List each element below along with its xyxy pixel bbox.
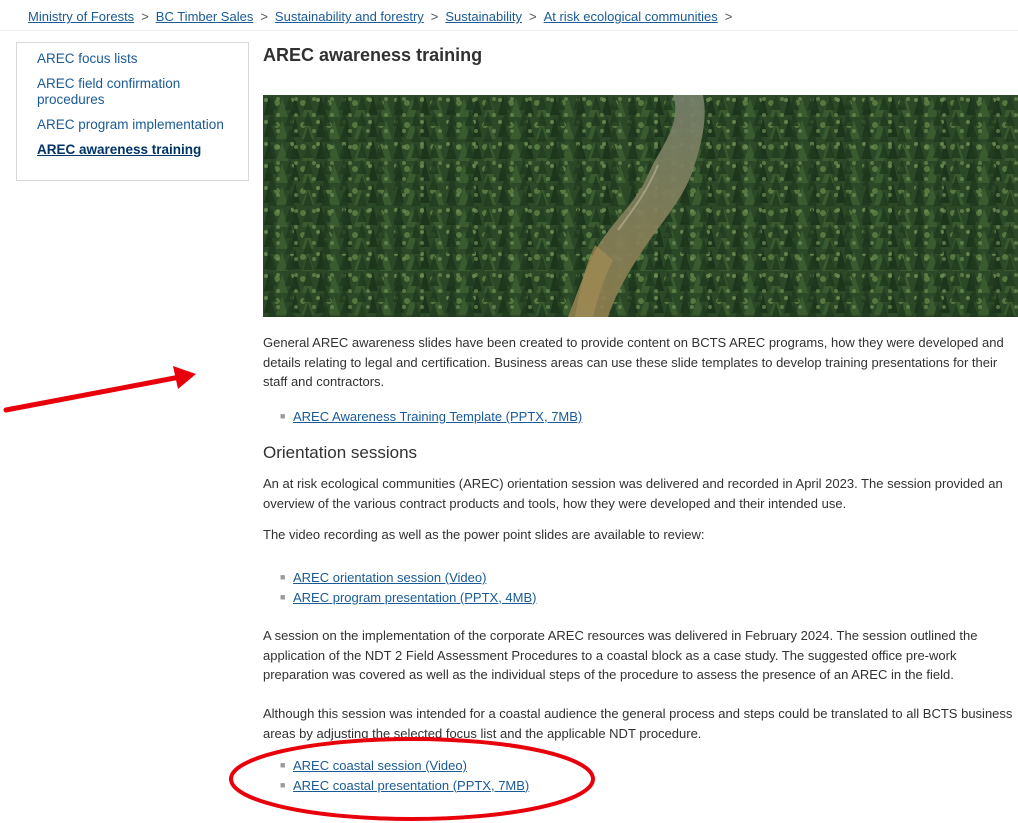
breadcrumb-separator: > (724, 9, 733, 24)
review-paragraph: The video recording as well as the power… (263, 527, 705, 542)
arec-coastal-session-video-link[interactable]: AREC coastal session (Video) (293, 758, 467, 773)
breadcrumb-separator: > (430, 9, 439, 24)
arec-orientation-session-video-link[interactable]: AREC orientation session (Video) (293, 570, 486, 585)
sidebar-item-arec-program-implementation[interactable]: AREC program implementation (37, 117, 237, 133)
breadcrumb: Ministry of Forests > BC Timber Sales > Sust… (28, 9, 739, 24)
square-bullet-icon: ■ (280, 572, 286, 582)
header-divider (0, 30, 1018, 31)
breadcrumb-separator: > (528, 9, 537, 24)
list-item: ■ AREC Awareness Training Template (PPTX… (280, 407, 582, 427)
red-arrow-icon (3, 366, 196, 413)
sidebar-item-arec-focus-lists[interactable]: AREC focus lists (37, 51, 237, 67)
orientation-paragraph: An at risk ecological communities (AREC)… (263, 476, 1003, 511)
breadcrumb-link-sustainability[interactable]: Sustainability (445, 9, 522, 24)
square-bullet-icon: ■ (280, 411, 286, 421)
arec-coastal-presentation-link[interactable]: AREC coastal presentation (PPTX, 7MB) (293, 778, 529, 793)
forest-aerial-image (263, 95, 1018, 317)
implementation-paragraph: A session on the implementation of the c… (263, 628, 978, 682)
coastal-link-list: ■ AREC coastal session (Video) ■ AREC co… (280, 756, 529, 795)
breadcrumb-link-at-risk-ecological-communities[interactable]: At risk ecological communities (544, 9, 718, 24)
breadcrumb-separator: > (141, 9, 149, 24)
square-bullet-icon: ■ (280, 760, 286, 770)
sidebar-nav: AREC focus lists AREC field confirmation… (16, 42, 249, 181)
breadcrumb-link-sustainability-and-forestry[interactable]: Sustainability and forestry (275, 9, 424, 24)
main-content: AREC awareness training (263, 44, 1018, 66)
sidebar-item-arec-field-confirmation-procedures[interactable]: AREC field confirmation procedures (37, 76, 237, 108)
list-item: ■ AREC program presentation (PPTX, 4MB) (280, 588, 536, 608)
page-title: AREC awareness training (263, 45, 483, 65)
list-item: ■ AREC coastal presentation (PPTX, 7MB) (280, 776, 529, 796)
arec-awareness-training-template-link[interactable]: AREC Awareness Training Template (PPTX, … (293, 409, 582, 424)
sidebar-item-arec-awareness-training[interactable]: AREC awareness training (37, 142, 237, 158)
list-item: ■ AREC coastal session (Video) (280, 756, 529, 776)
arec-program-presentation-link[interactable]: AREC program presentation (PPTX, 4MB) (293, 590, 536, 605)
orientation-link-list: ■ AREC orientation session (Video) ■ ARE… (280, 568, 536, 607)
square-bullet-icon: ■ (280, 779, 286, 790)
breadcrumb-link-bc-timber-sales[interactable]: BC Timber Sales (156, 9, 254, 24)
breadcrumb-link-ministry-of-forests[interactable]: Ministry of Forests (28, 9, 134, 24)
breadcrumb-separator: > (260, 9, 268, 24)
list-item: ■ AREC orientation session (Video) (280, 568, 536, 588)
orientation-sessions-heading: Orientation sessions (263, 443, 418, 462)
square-bullet-icon: ■ (280, 591, 286, 602)
template-link-list: ■ AREC Awareness Training Template (PPTX… (280, 407, 582, 427)
coastal-paragraph: Although this session was intended for a… (263, 706, 1013, 741)
intro-paragraph: General AREC awareness slides have been … (263, 335, 1004, 389)
